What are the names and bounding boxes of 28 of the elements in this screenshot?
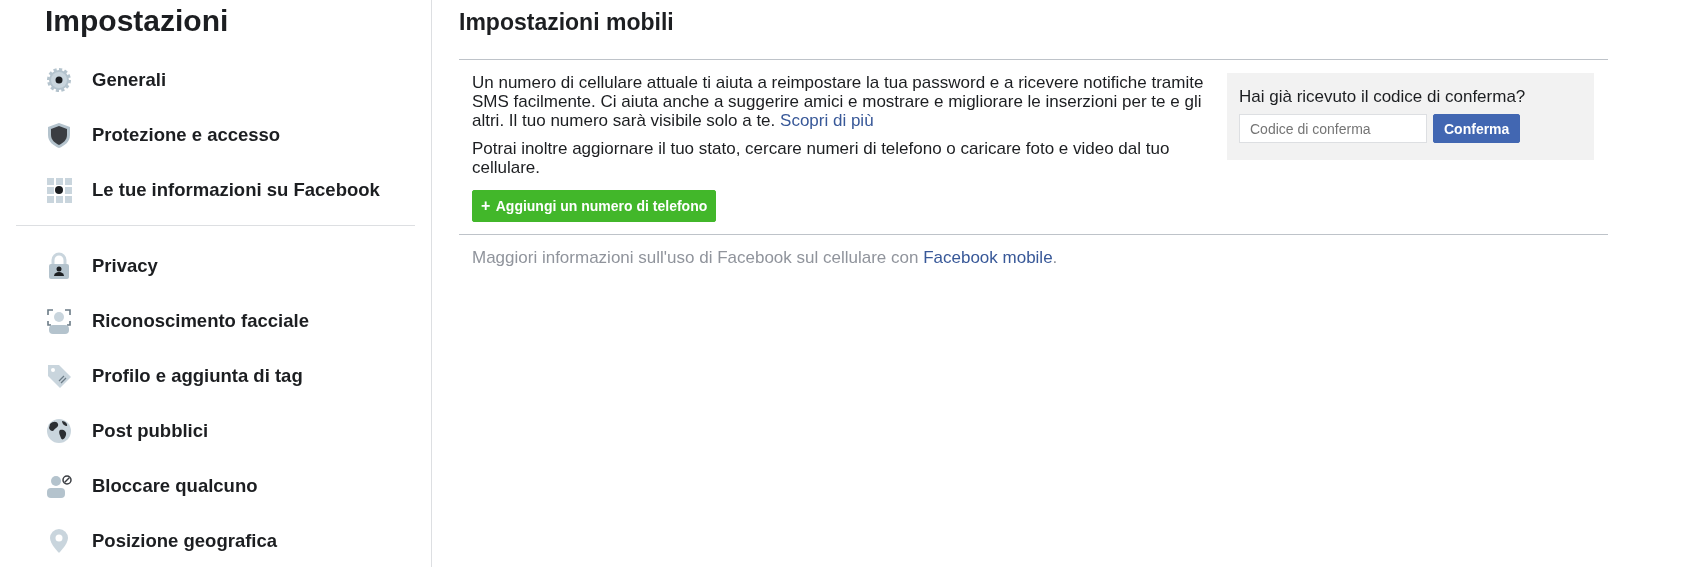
- sidebar-item[interactable]: Posizione geografica: [45, 513, 415, 567]
- sidebar-item-label: Profilo e aggiunta di tag: [92, 364, 303, 387]
- sidebar-item[interactable]: Privacy: [45, 238, 415, 293]
- sidebar-item[interactable]: Bloccare qualcuno: [45, 458, 415, 513]
- sidebar-item[interactable]: Le tue informazioni su Facebook: [45, 162, 415, 217]
- facebook-mobile-link[interactable]: Facebook mobile: [923, 248, 1053, 267]
- confirm-button[interactable]: Conferma: [1433, 114, 1521, 143]
- description-paragraph: Un numero di cellulare attuale ti aiuta a reimpostare la tua password e a ricevere notifiche tramite SMS facilmente. Ci aiuta anche a suggerire amici e mostrare e migliorare le inserzioni per te e gli altri. Il tuo numero sarà visibile solo a te. Scopri di più: [472, 73, 1205, 130]
- code-input-field[interactable]: Codice di conferma: [1239, 114, 1427, 143]
- sidebar-item[interactable]: Riconoscimento facciale: [45, 293, 415, 348]
- sidebar-item-label: Post pubblici: [92, 419, 209, 442]
- sidebar-item[interactable]: Post pubblici: [45, 403, 415, 458]
- page-title: Impostazioni mobili: [459, 8, 675, 37]
- learn-more-link[interactable]: Scopri di più: [780, 111, 874, 130]
- sidebar-item-label: Generali: [92, 68, 167, 91]
- sidebar-item[interactable]: Generali: [45, 52, 415, 107]
- sidebar-title: Impostazioni: [44, 3, 230, 39]
- footer-text: Maggiori informazioni sull'uso di Facebook sul cellulare con Facebook mobile.: [472, 248, 1059, 268]
- confirm-question: Hai già ricevuto il codice di conferma?: [1239, 87, 1527, 107]
- sidebar-item[interactable]: Protezione e accesso: [45, 107, 415, 162]
- sidebar-item-label: Riconoscimento facciale: [92, 309, 309, 332]
- sidebar-item-label: Protezione e accesso: [92, 123, 281, 146]
- sidebar-item-label: Le tue informazioni su Facebook: [92, 178, 380, 201]
- sidebar-item[interactable]: Profilo e aggiunta di tag: [45, 348, 415, 403]
- description-paragraph: Potrai inoltre aggiornare il tuo stato, cercare numeri di telefono o caricare foto e video dal tuo cellulare.: [472, 139, 1171, 177]
- sidebar-item-label: Bloccare qualcuno: [92, 474, 258, 497]
- sidebar-item-label: Posizione geografica: [92, 529, 278, 552]
- sidebar-item-label: Privacy: [92, 254, 158, 277]
